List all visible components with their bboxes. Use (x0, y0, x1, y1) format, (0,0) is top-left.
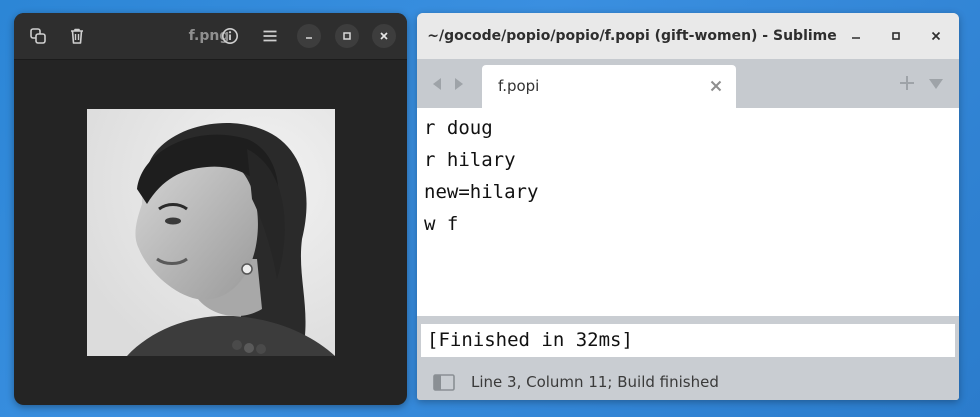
code-line: r hilary (424, 149, 516, 171)
tab-f-popi[interactable]: f.popi (482, 65, 736, 108)
status-bar: Line 3, Column 11; Build finished (417, 365, 959, 400)
status-text: Line 3, Column 11; Build finished (471, 373, 719, 391)
maximize-icon[interactable] (335, 24, 359, 48)
viewer-title: f.png (188, 28, 230, 44)
tab-back-icon[interactable] (431, 77, 443, 96)
sublime-text-window: ~/gocode/popio/popio/f.popi (gift-women)… (417, 13, 959, 400)
build-output-text: [Finished in 32ms] (427, 329, 633, 351)
close-icon[interactable] (925, 25, 947, 47)
sublime-titlebar: ~/gocode/popio/popio/f.popi (gift-women)… (417, 13, 959, 90)
maximize-icon[interactable] (885, 25, 907, 47)
tab-label: f.popi (498, 77, 540, 95)
viewer-header: f.png (14, 13, 407, 60)
minimize-icon[interactable] (297, 24, 321, 48)
build-output-panel[interactable]: [Finished in 32ms] (421, 324, 955, 357)
portrait-photo (87, 109, 335, 356)
window-title: ~/gocode/popio/popio/f.popi (gift-women)… (427, 28, 837, 90)
close-tab-icon[interactable] (708, 78, 724, 94)
code-editor[interactable]: r doug r hilary new=hilary w f (417, 108, 959, 316)
info-icon[interactable] (218, 24, 242, 48)
tab-forward-icon[interactable] (453, 77, 465, 96)
trash-icon[interactable] (65, 24, 89, 48)
code-line: w f (424, 213, 459, 235)
image-viewer-window: f.png (14, 13, 407, 405)
minimize-icon[interactable] (845, 25, 867, 47)
copy-icon[interactable] (26, 24, 50, 48)
new-tab-icon[interactable] (899, 75, 915, 96)
tab-menu-icon[interactable] (928, 77, 944, 95)
menu-icon[interactable] (258, 24, 282, 48)
code-line: r doug (424, 117, 493, 139)
close-icon[interactable] (372, 24, 396, 48)
sidebar-toggle-icon[interactable] (433, 374, 455, 396)
code-line: new=hilary (424, 181, 539, 203)
tab-bar: f.popi (417, 59, 959, 108)
